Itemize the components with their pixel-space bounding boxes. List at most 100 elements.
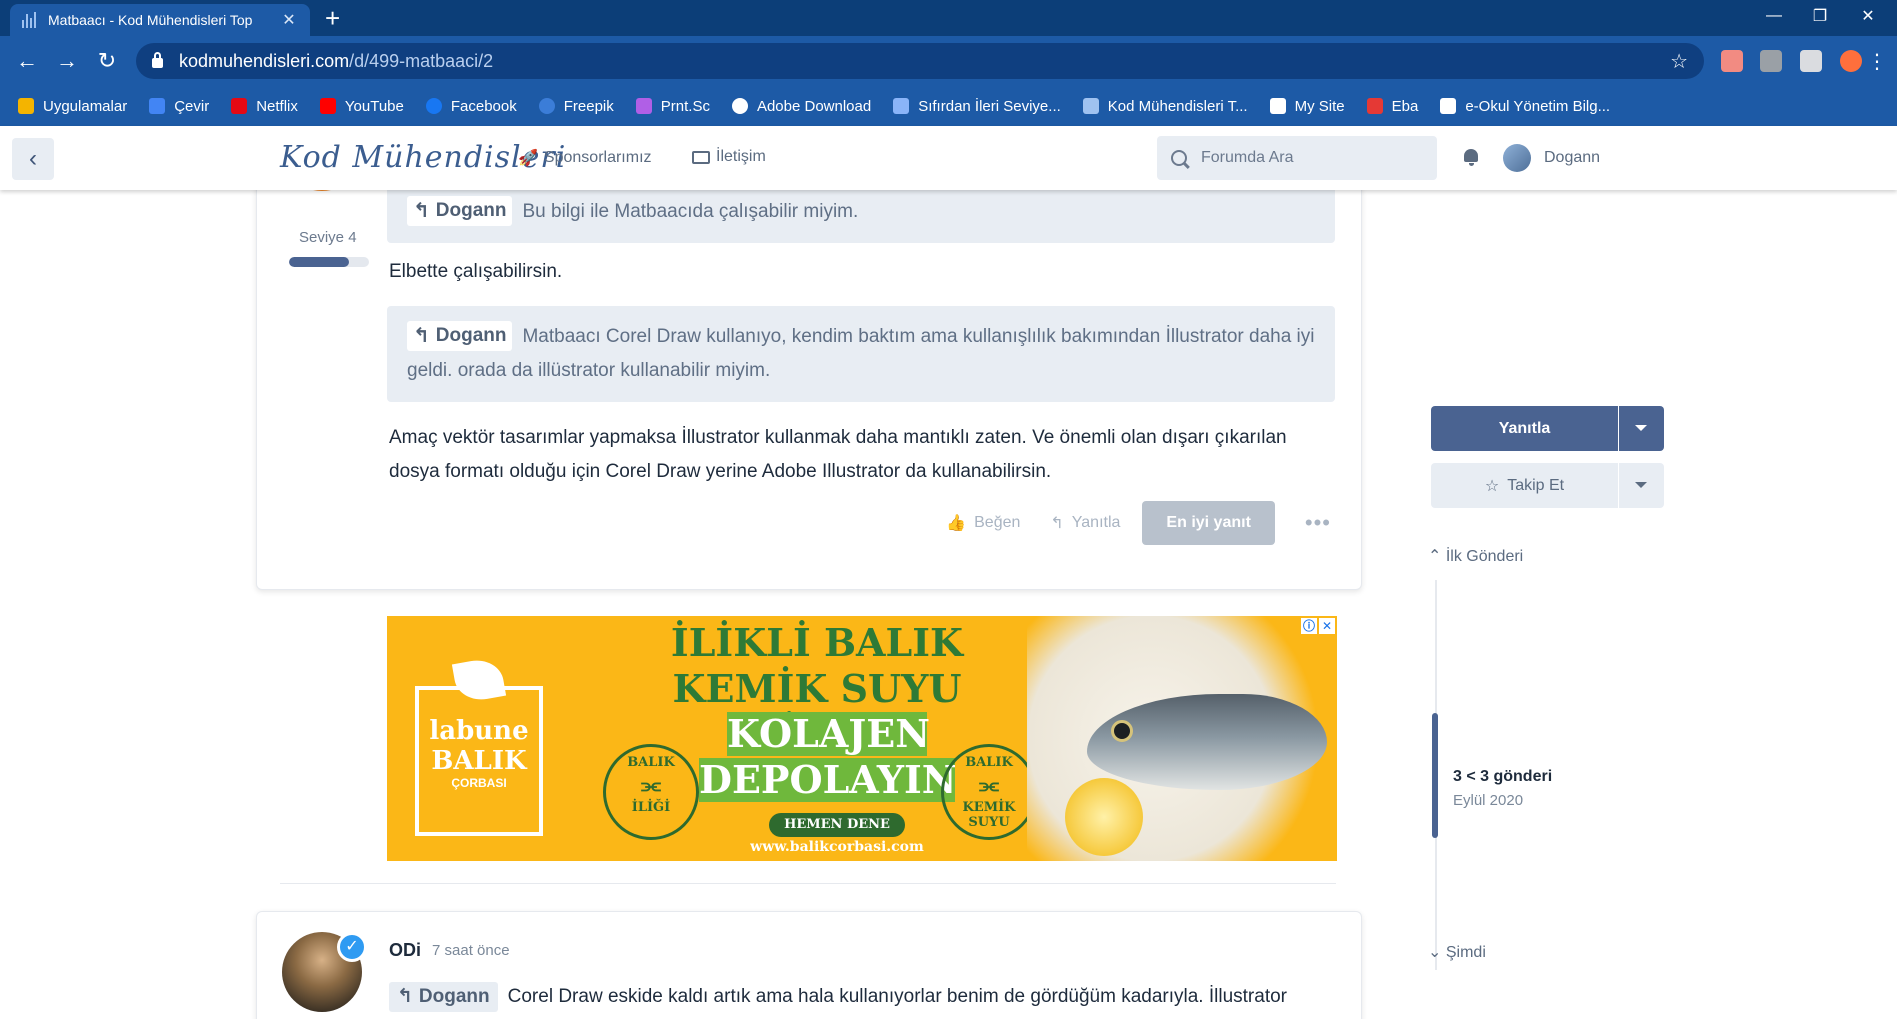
tab-close-icon[interactable]: ✕ [280, 10, 298, 30]
search-icon [1171, 150, 1187, 166]
rocket-icon: 🚀 [518, 150, 538, 167]
thumbs-up-icon: 👍 [946, 515, 967, 532]
leaf-icon [451, 656, 507, 704]
post-actions: 👍 Beğen ↰ Yanıtla En iyi yanıt ••• [946, 501, 1331, 545]
quote-author[interactable]: ↰ Dogann [407, 321, 513, 351]
bell-icon[interactable] [1463, 149, 1479, 167]
advertisement-banner[interactable]: labune BALIK ÇORBASI İLİKLİ BALIK KEMİK … [387, 616, 1337, 861]
puzzle-icon[interactable] [1800, 50, 1822, 72]
tab-title: Matbaacı - Kod Mühendisleri Top [48, 12, 253, 28]
reload-icon[interactable]: ↻ [92, 46, 122, 76]
minimize-button[interactable]: — [1751, 0, 1797, 32]
sponsors-link[interactable]: 🚀 Sponsorlarımız [518, 148, 652, 168]
back-chevron-icon[interactable]: ‹ [12, 138, 54, 180]
youtube-icon [319, 98, 336, 114]
quote-author[interactable]: ↰ Dogann [389, 982, 498, 1012]
bookmark-item[interactable]: Facebook [425, 98, 517, 115]
bookmarks-bar: Uygulamalar Çevir Netflix YouTube Facebo… [0, 86, 1897, 126]
back-arrow-icon[interactable]: ← [12, 46, 42, 76]
quote-block: ↰ Dogann Matbaacı Corel Draw kullanıyo, ke… [387, 306, 1335, 402]
ad-brand-logo: labune BALIK ÇORBASI [415, 656, 543, 836]
bookmark-star-icon[interactable]: ☆ [1670, 49, 1688, 74]
new-tab-button[interactable]: + [325, 3, 340, 33]
bookmark-item[interactable]: Eba [1366, 98, 1418, 115]
like-button[interactable]: 👍 Beğen [946, 513, 1020, 533]
now-link[interactable]: ⌄ Şimdi [1428, 942, 1486, 962]
bookmark-item[interactable]: Netflix [231, 98, 298, 115]
post-date: Eylül 2020 [1453, 792, 1524, 809]
freepik-icon [538, 98, 555, 114]
forward-arrow-icon[interactable]: → [52, 46, 82, 76]
quote-author[interactable]: ↰ Dogann [407, 196, 513, 226]
ad-badge: BALIK ⫘ İLİĞİ [603, 744, 699, 840]
discussion-main: M Seviye 4 ↰DogannBu bilgi ile Matbaacıd… [0, 190, 1897, 1019]
chevron-down-icon [1635, 425, 1647, 431]
monitor-icon [692, 150, 710, 164]
facebook-icon [425, 98, 442, 114]
bookmark-item[interactable]: Sıfırdan İleri Seviye... [893, 98, 1061, 115]
post-text: Amaç vektör tasarımlar yapmaksa İllustra… [389, 427, 1287, 482]
scrubber-handle[interactable] [1432, 713, 1438, 838]
post-time[interactable]: 7 saat önce [432, 942, 510, 959]
site-favicon-icon [1082, 98, 1099, 114]
follow-button[interactable]: ☆ Takip Et [1431, 463, 1618, 508]
more-options-icon[interactable]: ••• [1305, 510, 1331, 536]
bookmark-item[interactable]: YouTube [319, 98, 404, 115]
post-card: M Seviye 4 ↰DogannBu bilgi ile Matbaacıd… [256, 190, 1362, 590]
bookmark-item[interactable]: Prnt.Sc [635, 98, 710, 115]
level-label: Seviye 4 [299, 229, 357, 246]
avatar[interactable]: M [282, 190, 362, 191]
ad-badge: BALIK ⫘ KEMİK SUYU [941, 744, 1037, 840]
post-count: 3 < 3 gönderi [1453, 768, 1553, 785]
post-author[interactable]: ODi [389, 940, 421, 961]
extension-icon[interactable] [1721, 50, 1743, 72]
chevron-down-icon [1635, 482, 1647, 488]
reply-arrow-icon: ↰ [1050, 515, 1064, 532]
translate-icon [149, 98, 166, 114]
bookmark-item[interactable]: Uygulamalar [18, 98, 127, 115]
wix-icon [1269, 98, 1286, 114]
reply-button[interactable]: ↰ Yanıtla [1050, 513, 1120, 533]
site-header: ‹ Kod Mühendisleri 🚀 Sponsorlarımız İleti… [0, 126, 1897, 190]
profile-avatar[interactable] [1840, 50, 1862, 72]
double-chevron-down-icon: ⌄ [1428, 944, 1442, 961]
bookmark-item[interactable]: Kod Mühendisleri T... [1082, 98, 1248, 115]
follow-dropdown-button[interactable] [1619, 463, 1664, 508]
wordpress-icon [731, 98, 748, 114]
ad-cta-button[interactable]: HEMEN DENE [769, 813, 905, 837]
menu-dots-icon[interactable]: ⋮ [1862, 46, 1892, 76]
site-favicon-icon [22, 12, 38, 28]
bookmark-item[interactable]: e-Okul Yönetim Bilg... [1440, 98, 1610, 115]
quote-block: ↰ Dogann Bu bilgi ile Matbaacıda çalışabil… [387, 190, 1335, 243]
bookmark-item[interactable]: Adobe Download [731, 98, 871, 115]
ad-headline: KOLAJEN [727, 711, 930, 756]
star-icon: ☆ [1484, 477, 1500, 495]
ad-headline: DEPOLAYIN [699, 757, 957, 802]
address-bar[interactable]: kodmuhendisleri.com/d/499-matbaaci/2 ☆ [136, 43, 1704, 79]
bookmark-item[interactable]: Freepik [538, 98, 614, 115]
lock-icon [152, 52, 163, 68]
restore-button[interactable]: ❐ [1797, 0, 1843, 32]
best-answer-button[interactable]: En iyi yanıt [1142, 501, 1275, 545]
fish-bone-icon: ⫘ [641, 772, 661, 798]
contact-link[interactable]: İletişim [692, 148, 766, 166]
close-icon[interactable]: ✕ [1319, 618, 1335, 634]
reply-main-button[interactable]: Yanıtla [1431, 406, 1618, 451]
bookmark-item[interactable]: Çevir [149, 98, 209, 115]
avatar[interactable] [1503, 144, 1531, 172]
username[interactable]: Dogann [1544, 149, 1600, 167]
verified-check-icon: ✓ [337, 932, 367, 962]
close-window-button[interactable]: ✕ [1845, 0, 1891, 32]
search-input[interactable]: Forumda Ara [1157, 136, 1437, 180]
reply-dropdown-button[interactable] [1619, 406, 1664, 451]
browser-tab[interactable]: Matbaacı - Kod Mühendisleri Top ✕ [10, 4, 310, 36]
extension-icon[interactable] [1760, 50, 1782, 72]
first-post-link[interactable]: ⌃ İlk Gönderi [1428, 546, 1523, 566]
prntsc-icon [635, 98, 652, 114]
divider [280, 883, 1336, 884]
adchoices-icon[interactable]: ⓘ [1301, 618, 1317, 634]
level-progress-bar [289, 257, 369, 267]
bookmark-item[interactable]: My Site [1269, 98, 1345, 115]
post-card: ✓ ODi 7 saat önce ↰ Dogann Corel Draw esk… [256, 911, 1362, 1019]
double-chevron-up-icon: ⌃ [1428, 548, 1442, 565]
